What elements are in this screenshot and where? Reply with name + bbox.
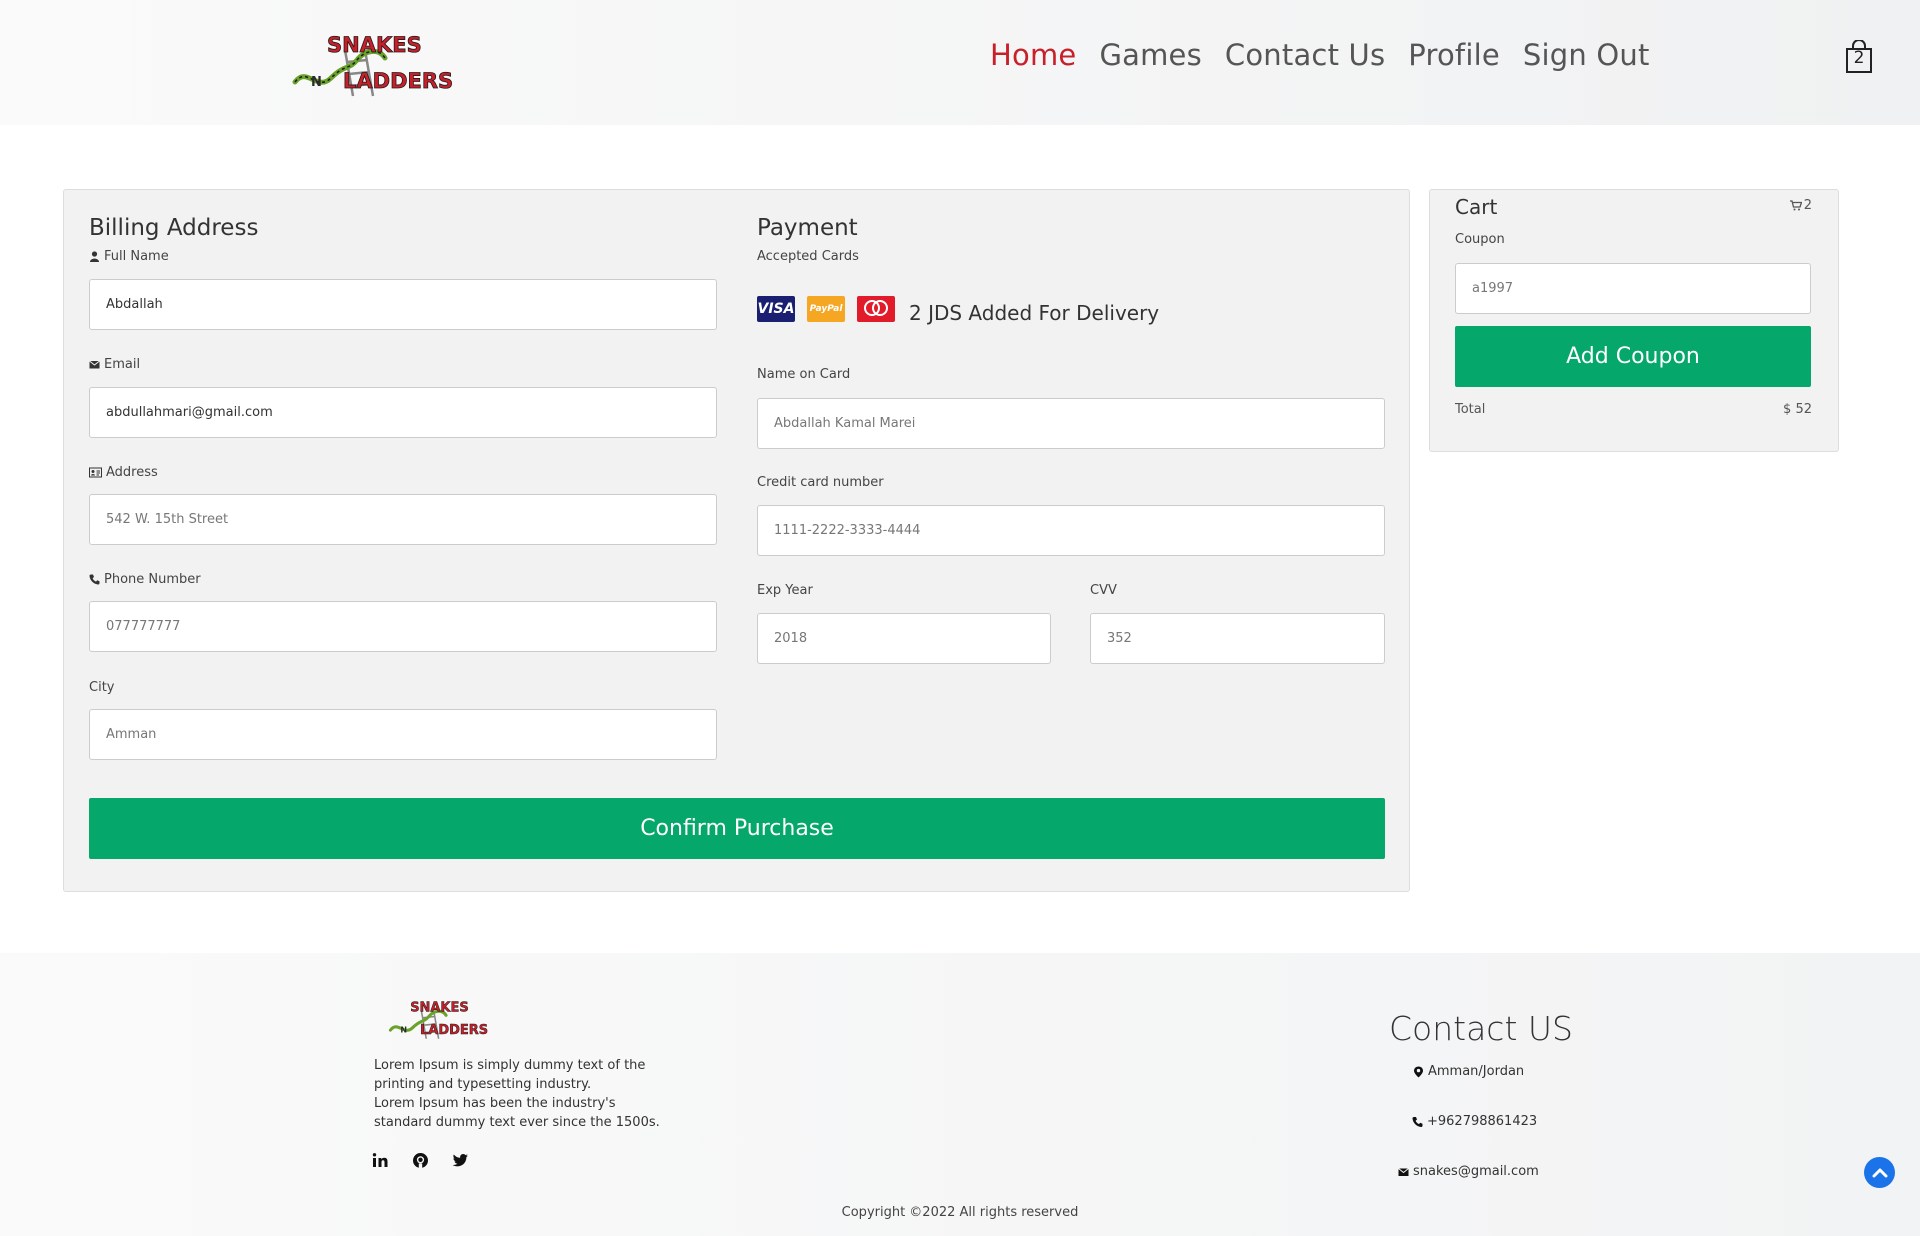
contact-email: snakes@gmail.com [1398,1164,1539,1179]
cart-panel: Cart 2 Coupon Add Coupon Total $ 52 [1429,189,1839,452]
address-label-text: Address [106,465,158,480]
payment-title: Payment [757,215,858,241]
paypal-icon: PayPal [807,296,845,322]
city-label: City [89,680,114,695]
svg-text:LADDERS: LADDERS [343,69,453,93]
nav-profile[interactable]: Profile [1408,38,1500,72]
address-input[interactable] [89,494,717,545]
cvv-label: CVV [1090,583,1117,598]
cart-item-count: 2 [1789,198,1812,213]
envelope-icon [89,360,100,369]
nav-contact-us[interactable]: Contact Us [1225,38,1385,72]
address-label: Address [89,465,158,480]
phone-label-text: Phone Number [104,572,201,587]
phone-input[interactable] [89,601,717,652]
chevron-up-icon [1872,1168,1887,1177]
total-label: Total [1455,402,1486,417]
phone-icon [1412,1116,1423,1127]
visa-icon: VISA [757,296,795,322]
exp-year-label: Exp Year [757,583,813,598]
full-name-label: Full Name [89,249,169,264]
contact-phone: +962798861423 [1412,1114,1537,1129]
billing-title: Billing Address [89,215,259,241]
confirm-purchase-button[interactable]: Confirm Purchase [89,798,1385,859]
scroll-to-top-button[interactable] [1864,1157,1895,1188]
nav-sign-out[interactable]: Sign Out [1523,38,1650,72]
contact-location: Amman/Jordan [1413,1064,1524,1079]
footer-description-line-2: Lorem Ipsum has been the industry's stan… [374,1096,660,1130]
map-marker-icon [1414,1066,1423,1077]
svg-text:SNAKES: SNAKES [410,1001,468,1016]
mastercard-icon [857,296,895,322]
contact-location-text: Amman/Jordan [1428,1064,1525,1079]
svg-text:N: N [400,1026,407,1035]
contact-phone-text: +962798861423 [1427,1114,1538,1129]
exp-year-input[interactable] [757,613,1051,664]
full-name-input[interactable] [89,279,717,330]
name-on-card-input[interactable] [757,398,1385,449]
total-value: $ 52 [1783,402,1812,417]
copyright-text: Copyright ©2022 All rights reserved [841,1205,1079,1220]
phone-label: Phone Number [89,572,201,587]
cart-title: Cart [1455,195,1498,219]
add-coupon-button[interactable]: Add Coupon [1455,326,1811,387]
accepted-cards-label: Accepted Cards [757,249,859,264]
cart-badge-count: 2 [1853,48,1865,68]
city-input[interactable] [89,709,717,760]
nav-home[interactable]: Home [990,38,1076,72]
city-label-text: City [89,680,115,695]
contact-us-title: Contact US [1389,1009,1573,1048]
user-icon [90,251,99,262]
social-links [372,1152,469,1169]
envelope-icon [1398,1167,1409,1176]
checkout-form-panel: Billing Address Full Name Email Address … [63,189,1410,892]
name-on-card-label: Name on Card [757,367,851,382]
email-label: Email [89,357,140,372]
site-header: SNAKES LADDERS N Home Games Contact Us P… [0,0,1920,125]
twitter-icon[interactable] [452,1152,469,1169]
accepted-cards: VISA PayPal [757,296,895,322]
cvv-input[interactable] [1090,613,1385,664]
coupon-input[interactable] [1455,263,1811,314]
shopping-cart-icon [1789,200,1802,211]
github-icon[interactable] [412,1152,429,1169]
full-name-label-text: Full Name [104,249,169,264]
email-input[interactable] [89,387,717,438]
phone-icon [89,574,100,585]
footer-description: Lorem Ipsum is simply dummy text of the … [374,1056,664,1132]
coupon-label: Coupon [1455,232,1505,247]
svg-text:LADDERS: LADDERS [420,1023,488,1038]
snakes-ladders-logo[interactable]: SNAKES LADDERS N [287,30,457,98]
cart-item-count-value: 2 [1803,198,1812,213]
main-nav: Home Games Contact Us Profile Sign Out [990,38,1650,72]
cart-button[interactable]: 2 [1844,39,1874,74]
card-number-input[interactable] [757,505,1385,556]
card-number-label: Credit card number [757,475,884,490]
contact-email-text[interactable]: snakes@gmail.com [1413,1164,1539,1179]
linkedin-icon[interactable] [372,1152,389,1169]
address-card-icon [89,467,102,478]
site-footer: SNAKES LADDERS N Lorem Ipsum is simply d… [0,953,1920,1236]
footer-logo[interactable]: SNAKES LADDERS N [385,998,491,1040]
footer-description-line-1: Lorem Ipsum is simply dummy text of the … [374,1058,646,1092]
nav-games[interactable]: Games [1099,38,1201,72]
svg-text:N: N [311,75,322,90]
email-label-text: Email [104,357,141,372]
svg-text:SNAKES: SNAKES [327,33,422,57]
delivery-fee-note: 2 JDS Added For Delivery [909,301,1160,325]
